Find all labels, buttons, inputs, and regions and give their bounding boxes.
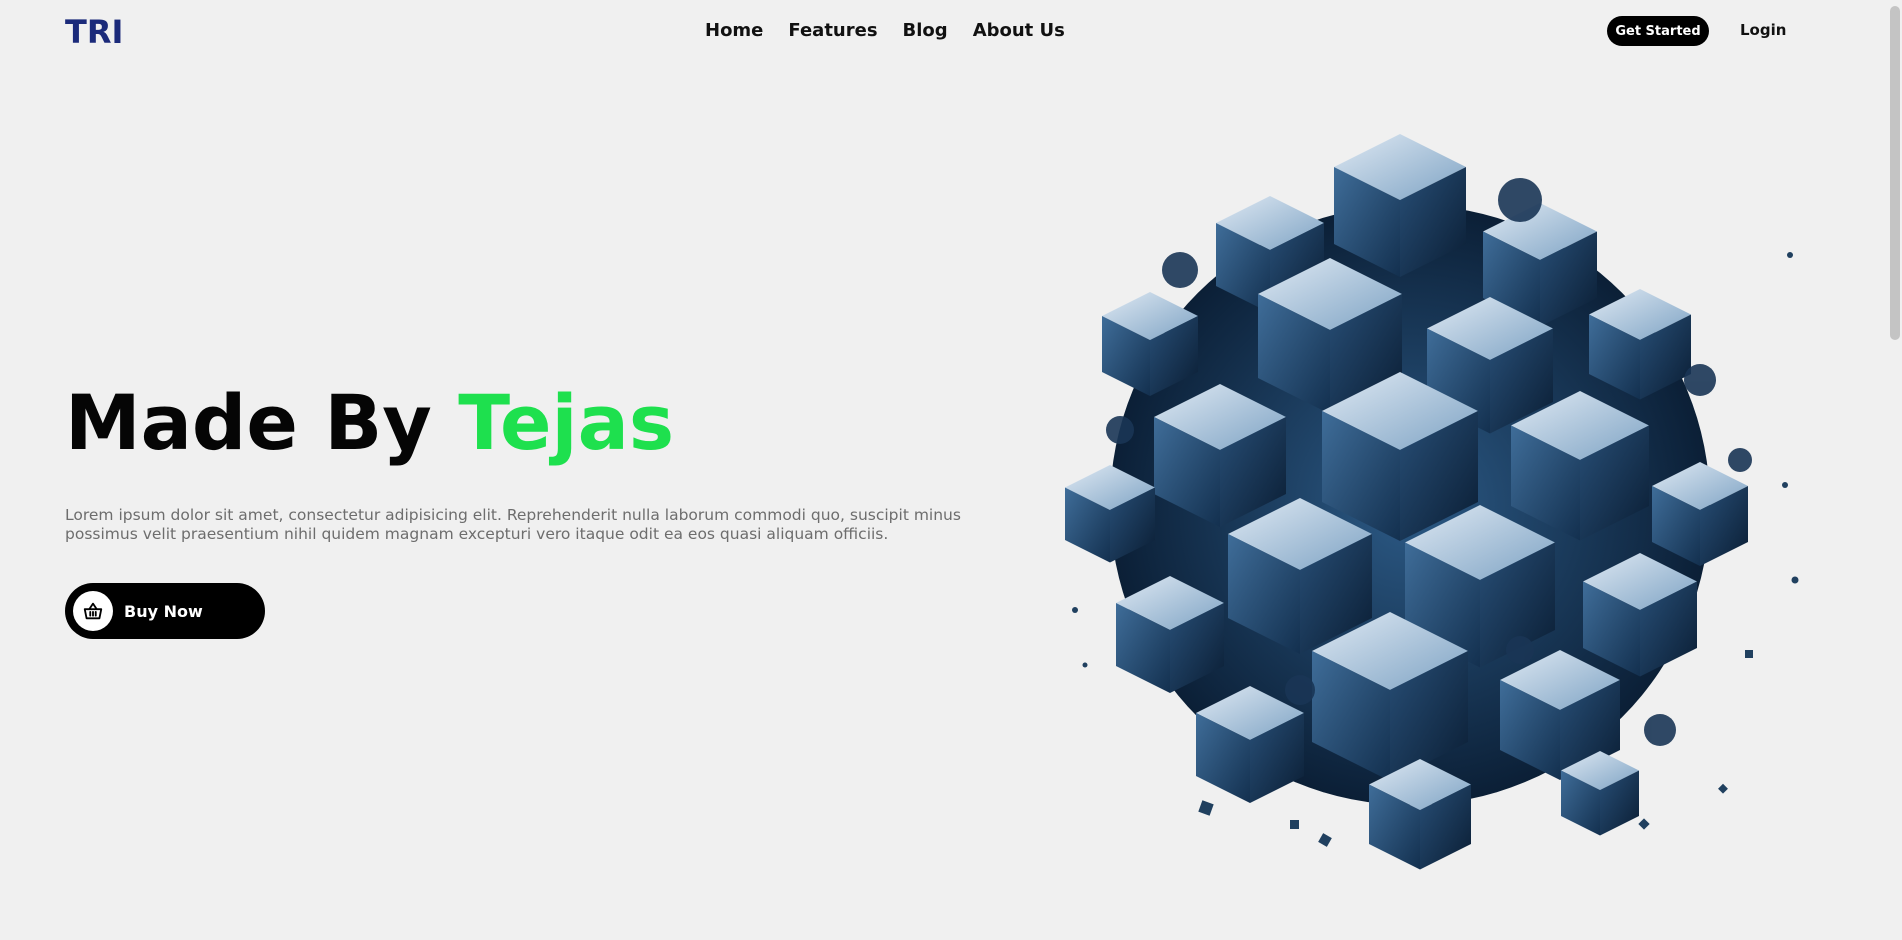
headline-main: Made By — [65, 378, 459, 467]
hero-cube-sphere-illustration — [1065, 134, 1799, 870]
page-scrollbar[interactable] — [1887, 0, 1902, 940]
buy-now-label: Buy Now — [124, 601, 203, 621]
main-nav: Home Features Blog About Us — [705, 20, 1065, 41]
hero-headline: Made By Tejas — [65, 378, 674, 467]
buy-now-button[interactable]: Buy Now — [65, 583, 265, 639]
nav-blog[interactable]: Blog — [903, 20, 948, 41]
scrollbar-thumb[interactable] — [1890, 6, 1900, 340]
shopping-basket-icon — [73, 591, 113, 631]
login-link[interactable]: Login — [1740, 21, 1786, 39]
nav-about-us[interactable]: About Us — [973, 20, 1065, 41]
hero-description: Lorem ipsum dolor sit amet, consectetur … — [65, 506, 961, 543]
get-started-button[interactable]: Get Started — [1607, 16, 1709, 46]
landing-page: TRI Home Features Blog About Us Get Star… — [0, 0, 1902, 940]
logo[interactable]: TRI — [65, 13, 123, 51]
nav-features[interactable]: Features — [788, 20, 877, 41]
headline-accent: Tejas — [458, 378, 675, 467]
nav-home[interactable]: Home — [705, 20, 763, 41]
